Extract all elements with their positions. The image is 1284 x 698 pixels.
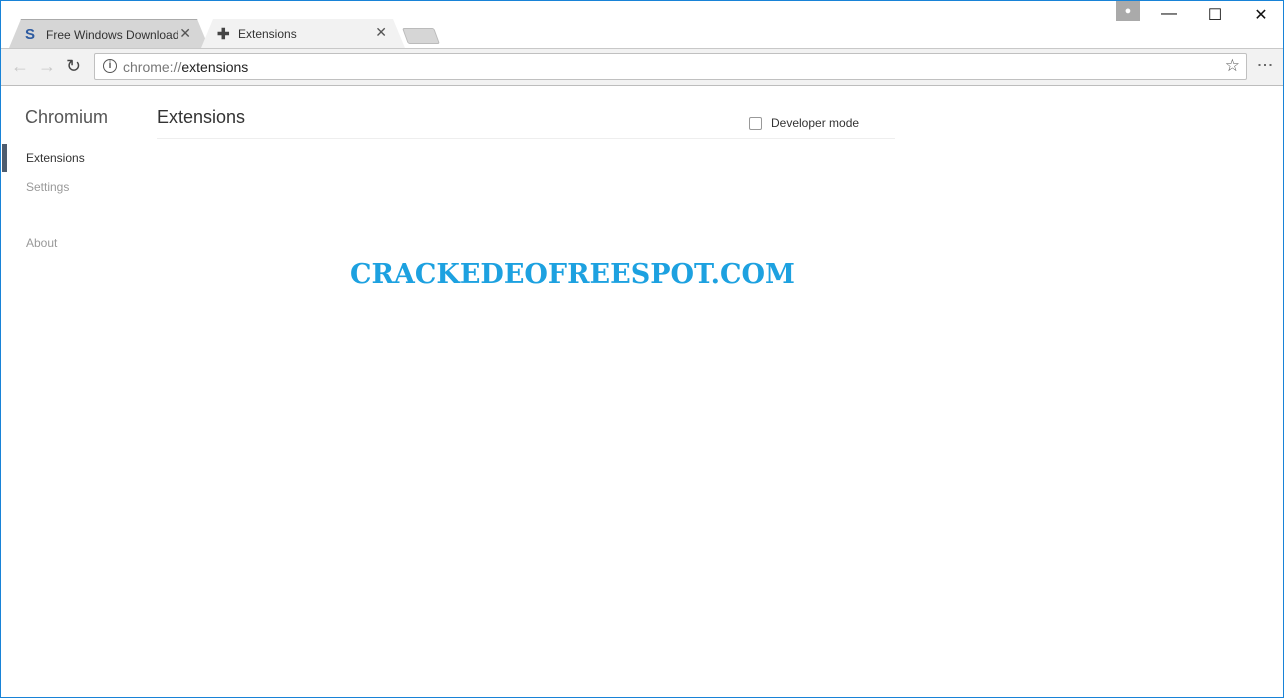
maximize-button[interactable]: ☐ xyxy=(1205,5,1225,25)
back-button[interactable]: ← xyxy=(11,56,29,77)
puzzle-icon: ✚ xyxy=(217,26,230,43)
sidebar-item-about[interactable]: About xyxy=(26,236,57,250)
url-path: extensions xyxy=(181,59,249,75)
tab-title: Free Windows Downloads xyxy=(46,28,178,42)
sidebar-item-settings[interactable]: Settings xyxy=(26,180,69,194)
reload-button[interactable]: ↻ xyxy=(66,56,81,77)
active-indicator xyxy=(2,144,7,172)
forward-button[interactable]: → xyxy=(38,56,56,77)
tab-title: Extensions xyxy=(238,27,297,41)
title-bar: S Free Windows Downloads ✕ ✚ Extensions … xyxy=(1,1,1283,48)
url-scheme: chrome:// xyxy=(123,59,182,75)
watermark: CRACKEDEOFREESPOT.COM xyxy=(350,259,795,290)
tab-free-windows-downloads[interactable]: S Free Windows Downloads ✕ xyxy=(9,19,209,48)
site-favicon: S xyxy=(25,26,36,43)
address-bar[interactable]: i chrome://extensions ☆ xyxy=(94,53,1247,80)
profile-icon[interactable]: ● xyxy=(1116,1,1140,21)
close-tab-icon[interactable]: ✕ xyxy=(179,25,191,42)
close-window-button[interactable]: ✕ xyxy=(1251,5,1271,25)
url-text[interactable]: chrome://extensions xyxy=(123,59,248,75)
close-tab-icon[interactable]: ✕ xyxy=(375,24,387,41)
toolbar: ← → ↻ i chrome://extensions ☆ ⋮ xyxy=(1,48,1283,86)
minimize-button[interactable]: — xyxy=(1159,5,1179,23)
sidebar-brand: Chromium xyxy=(25,107,109,127)
info-icon[interactable]: i xyxy=(103,59,117,73)
menu-icon[interactable]: ⋮ xyxy=(1256,57,1273,73)
divider xyxy=(157,138,895,139)
browser-window: S Free Windows Downloads ✕ ✚ Extensions … xyxy=(0,0,1284,698)
developer-mode-checkbox[interactable] xyxy=(749,116,762,130)
page-title: Extensions xyxy=(157,107,246,127)
bookmark-star-icon[interactable]: ☆ xyxy=(1225,56,1240,76)
developer-mode-toggle[interactable]: Developer mode xyxy=(749,116,859,130)
new-tab-button[interactable] xyxy=(402,28,440,44)
sidebar-item-extensions[interactable]: Extensions xyxy=(26,151,85,165)
developer-mode-label: Developer mode xyxy=(771,116,860,130)
tab-extensions[interactable]: ✚ Extensions ✕ xyxy=(201,19,405,48)
